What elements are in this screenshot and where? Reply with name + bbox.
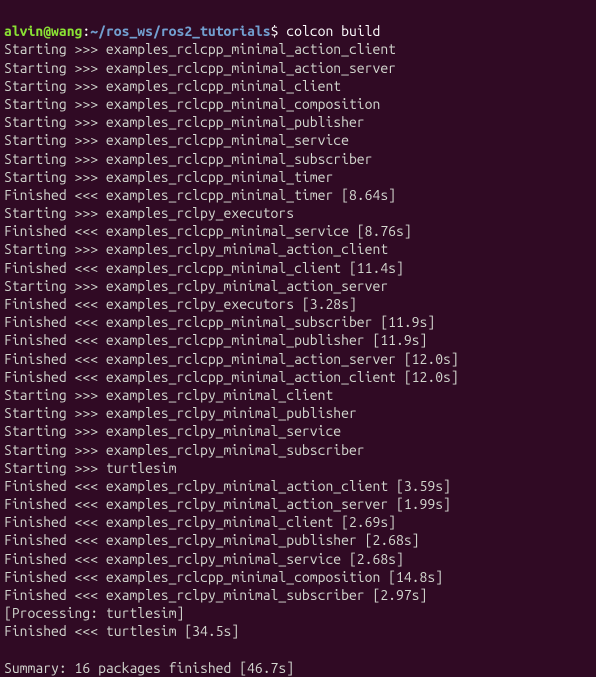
output-line: Starting >>> examples_rclpy_minimal_publ… — [4, 405, 357, 421]
output-line: Starting >>> examples_rclcpp_minimal_act… — [4, 41, 396, 57]
output-line: Starting >>> examples_rclpy_minimal_acti… — [4, 241, 388, 257]
output-line: Starting >>> examples_rclcpp_minimal_act… — [4, 60, 396, 76]
prompt-dollar: $ — [271, 23, 287, 39]
output-line: Finished <<< examples_rclcpp_minimal_com… — [4, 569, 443, 585]
prompt-user: alvin — [4, 23, 43, 39]
output-line: Starting >>> examples_rclcpp_minimal_sub… — [4, 151, 372, 167]
output-line: Finished <<< examples_rclcpp_minimal_ser… — [4, 223, 412, 239]
prompt-at: @ — [43, 23, 51, 39]
output-line: Finished <<< examples_rclpy_minimal_acti… — [4, 496, 451, 512]
output-line: Finished <<< examples_rclcpp_minimal_sub… — [4, 314, 435, 330]
output-line: Finished <<< examples_rclcpp_minimal_pub… — [4, 332, 427, 348]
output-line: Starting >>> examples_rclcpp_minimal_cli… — [4, 78, 341, 94]
prompt-command: colcon build — [286, 23, 380, 39]
output-line: Finished <<< examples_rclpy_minimal_acti… — [4, 478, 451, 494]
output-line: Starting >>> turtlesim — [4, 460, 176, 476]
output-line: Finished <<< examples_rclcpp_minimal_cli… — [4, 260, 404, 276]
output-line: Finished <<< examples_rclcpp_minimal_act… — [4, 369, 459, 385]
output-line: Finished <<< examples_rclpy_minimal_clie… — [4, 514, 396, 530]
prompt-line: alvin@wang:~/ros_ws/ros2_tutorials$ colc… — [4, 22, 592, 40]
output-line: Starting >>> examples_rclpy_executors — [4, 205, 294, 221]
output-line: Starting >>> examples_rclpy_minimal_serv… — [4, 423, 341, 439]
output-line: Finished <<< examples_rclpy_minimal_subs… — [4, 587, 427, 603]
output-line: [Processing: turtlesim] — [4, 605, 184, 621]
output-line: Summary: 16 packages finished [46.7s] — [4, 660, 294, 676]
output-line: Starting >>> examples_rclpy_minimal_clie… — [4, 387, 333, 403]
output-line: Starting >>> examples_rclcpp_minimal_pub… — [4, 114, 365, 130]
output-line: Finished <<< examples_rclcpp_minimal_act… — [4, 351, 459, 367]
output-line: Starting >>> examples_rclcpp_minimal_com… — [4, 96, 380, 112]
terminal-output[interactable]: alvin@wang:~/ros_ws/ros2_tutorials$ colc… — [4, 4, 592, 677]
output-line: Finished <<< examples_rclcpp_minimal_tim… — [4, 187, 396, 203]
output-line: Starting >>> examples_rclpy_minimal_acti… — [4, 278, 388, 294]
output-line: Starting >>> examples_rclcpp_minimal_tim… — [4, 169, 333, 185]
output-line: Starting >>> examples_rclpy_minimal_subs… — [4, 442, 365, 458]
output-line: Finished <<< turtlesim [34.5s] — [4, 623, 239, 639]
output-line: Finished <<< examples_rclpy_minimal_serv… — [4, 551, 404, 567]
prompt-path: ~/ros_ws/ros2_tutorials — [90, 23, 270, 39]
prompt-host: wang — [51, 23, 82, 39]
output-line: Finished <<< examples_rclpy_executors [3… — [4, 296, 357, 312]
output-line: Finished <<< examples_rclpy_minimal_publ… — [4, 532, 420, 548]
output-line: Starting >>> examples_rclcpp_minimal_ser… — [4, 132, 349, 148]
